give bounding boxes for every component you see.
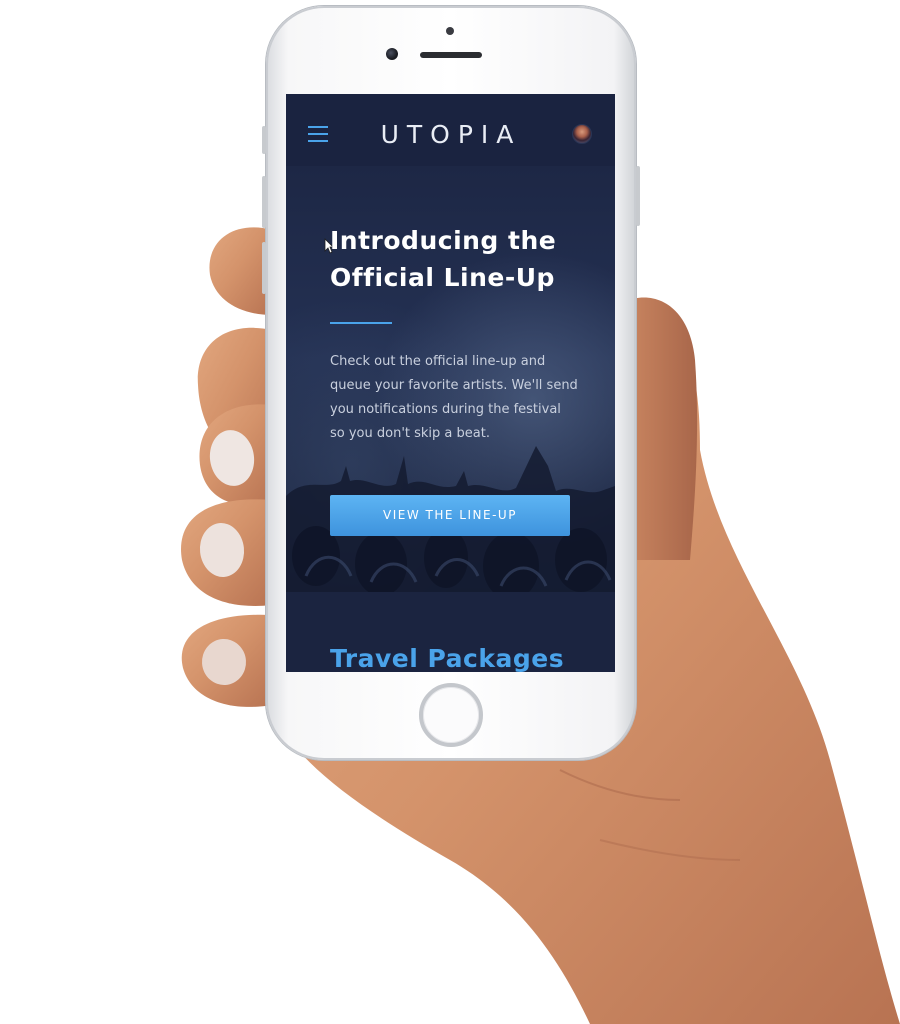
travel-packages-section: Travel Packages xyxy=(286,592,615,672)
top-navigation-bar: UTOPIA xyxy=(286,94,615,166)
mute-switch xyxy=(262,126,266,154)
view-lineup-button[interactable]: VIEW THE LINE-UP xyxy=(330,495,570,536)
mockup-stage: UTOPIA Introducing the Official Line-Up … xyxy=(0,0,900,1024)
earpiece-speaker xyxy=(420,52,482,58)
hero-divider xyxy=(330,322,392,324)
volume-up-button xyxy=(262,176,266,228)
phone-screen: UTOPIA Introducing the Official Line-Up … xyxy=(286,94,615,672)
user-avatar[interactable] xyxy=(572,124,592,144)
app-logo[interactable]: UTOPIA xyxy=(378,120,524,149)
travel-packages-title: Travel Packages xyxy=(330,644,565,672)
hero-description: Check out the official line-up and queue… xyxy=(330,354,578,441)
hamburger-menu-icon[interactable] xyxy=(308,126,328,142)
home-button[interactable] xyxy=(419,683,483,747)
hero-section: Introducing the Official Line-Up Check o… xyxy=(286,166,615,592)
proximity-sensor xyxy=(446,27,454,35)
front-camera-icon xyxy=(386,48,398,60)
power-button xyxy=(636,166,640,226)
volume-down-button xyxy=(262,242,266,294)
hero-title: Introducing the Official Line-Up xyxy=(330,226,557,292)
